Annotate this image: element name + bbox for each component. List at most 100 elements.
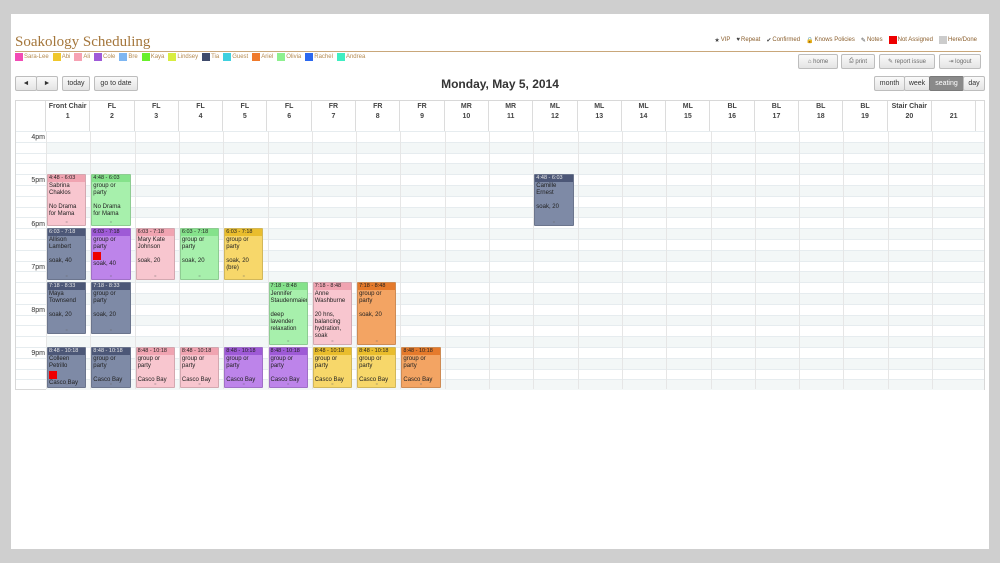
appointment-block[interactable]: 6:03 - 7:18 group or party soak, 20 (bre) = xyxy=(224,227,264,280)
appointment-block[interactable]: 6:03 - 7:18 Allison Lambert soak, 40 = xyxy=(47,227,87,280)
appointment-client-name: Sabrina Chaklos xyxy=(49,182,71,196)
resize-handle[interactable]: = xyxy=(358,337,395,344)
chair-name: FR xyxy=(373,103,383,110)
grid-row-line xyxy=(16,174,984,176)
resize-handle[interactable]: = xyxy=(92,380,129,387)
staff-color-swatch xyxy=(74,53,83,61)
appointment-block[interactable]: 4:48 - 6:03 Sabrina Chaklos No Drama for M… xyxy=(47,173,87,226)
appointment-body: Anne Washburne 20 hns, balancing hydratio… xyxy=(314,290,351,341)
appointment-client-name: Mary Kate Johnson xyxy=(137,236,165,250)
appointment-block[interactable]: 7:18 - 8:48 Anne Washburne 20 hns, balanci… xyxy=(312,281,353,345)
appointment-client-name: group or party xyxy=(93,355,116,369)
appointment-time: 4:48 - 6:03 xyxy=(92,174,130,182)
resize-handle[interactable]: = xyxy=(137,380,174,387)
staff-item: Tia xyxy=(202,53,219,61)
appointment-block[interactable]: 8:48 - 10:18 group or party Casco Bay = xyxy=(357,346,397,388)
resize-handle[interactable]: = xyxy=(225,380,262,387)
appointment-time: 8:48 - 10:18 xyxy=(313,347,352,355)
chair-column-header: MR 11 xyxy=(489,101,534,131)
grid-column-line xyxy=(799,131,801,389)
appointment-service: deep lavender relaxation xyxy=(270,311,297,332)
print-button[interactable]: ⎙ print xyxy=(841,54,875,69)
chair-name: FL xyxy=(107,103,117,110)
resize-handle[interactable]: = xyxy=(225,272,262,279)
resize-handle[interactable]: = xyxy=(48,218,85,225)
appointment-block[interactable]: 8:48 - 10:18 group or party Casco Bay = xyxy=(312,346,353,388)
resize-handle[interactable]: = xyxy=(535,218,572,225)
appointment-client-name: group or party xyxy=(270,355,293,369)
view-week-button[interactable]: week xyxy=(904,76,930,91)
chair-column-header: FL 5 xyxy=(223,101,268,131)
view-day-button[interactable]: day xyxy=(963,76,985,91)
appointment-block[interactable]: 8:48 - 10:18 group or party Casco Bay = xyxy=(401,346,441,388)
resize-handle[interactable]: = xyxy=(181,380,218,387)
report-issue-button[interactable]: ✎ report issue xyxy=(879,54,935,69)
resize-handle[interactable]: = xyxy=(48,380,85,387)
appointment-body: Mary Kate Johnson soak, 20 xyxy=(137,236,174,266)
appointment-block[interactable]: 6:03 - 7:18 Mary Kate Johnson soak, 20 = xyxy=(135,227,175,280)
resize-handle[interactable]: = xyxy=(92,272,129,279)
chair-number: 7 xyxy=(331,113,336,120)
current-date-title: Monday, May 5, 2014 xyxy=(441,77,559,91)
appointment-block[interactable]: 8:48 - 10:18 group or party Casco Bay = xyxy=(268,346,308,388)
appointment-block[interactable]: 8:48 - 10:18 group or party Casco Bay = xyxy=(224,346,264,388)
time-label: 7pm xyxy=(31,263,45,271)
appointment-block[interactable]: 8:48 - 10:18 Colleen Petrillo Casco Bay = xyxy=(47,346,87,388)
appointment-service: soak, 20 xyxy=(181,257,205,264)
resize-handle[interactable]: = xyxy=(314,337,351,344)
staff-color-swatch xyxy=(252,53,261,61)
appointment-client-name: group or party xyxy=(181,236,205,250)
appointment-block[interactable]: 6:03 - 7:18 group or party soak, 40 = xyxy=(91,227,131,280)
staff-name: Cole xyxy=(103,54,116,60)
appointment-time: 6:03 - 7:18 xyxy=(92,228,130,236)
chair-number: 6 xyxy=(287,113,292,120)
resize-handle[interactable]: = xyxy=(92,218,129,225)
chair-name: ML xyxy=(594,103,605,110)
resize-handle[interactable]: = xyxy=(270,380,307,387)
appointment-block[interactable]: 7:18 - 8:33 Maya Townsend soak, 20 = xyxy=(47,281,87,334)
staff-name: Rachel xyxy=(314,54,333,60)
appointment-block[interactable]: 8:48 - 10:18 group or party Casco Bay = xyxy=(91,346,131,388)
resize-handle[interactable]: = xyxy=(48,326,85,333)
resize-handle[interactable]: = xyxy=(48,272,85,279)
appointment-service: soak, 20 (bre) xyxy=(226,257,249,271)
appointment-block[interactable]: 7:18 - 8:48 Jennifer Staudenmaier deep lav… xyxy=(268,281,308,345)
grid-row-line xyxy=(16,152,984,154)
view-month-button[interactable]: month xyxy=(874,76,905,91)
resize-handle[interactable]: = xyxy=(137,272,174,279)
appointment-block[interactable]: 4:48 - 6:03 Camille Ernest soak, 20 = xyxy=(534,173,574,226)
appointment-block[interactable]: 4:48 - 6:03 group or party No Drama for Ma… xyxy=(91,173,131,226)
appointment-time: 8:48 - 10:18 xyxy=(358,347,396,355)
chair-column-header: FL 2 xyxy=(90,101,135,131)
resize-handle[interactable]: = xyxy=(92,326,129,333)
chair-number: 18 xyxy=(816,113,825,120)
appointment-time: 8:48 - 10:18 xyxy=(269,347,307,355)
resize-handle[interactable]: = xyxy=(270,337,307,344)
appointment-block[interactable]: 8:48 - 10:18 group or party Casco Bay = xyxy=(179,346,220,388)
appointment-block[interactable]: 7:18 - 8:48 group or party soak, 20 = xyxy=(357,281,397,345)
appointment-block[interactable]: 7:18 - 8:33 group or party soak, 20 = xyxy=(91,281,131,334)
appointment-client-name: Jennifer Staudenmaier xyxy=(270,290,308,304)
appointment-client-name: group or party xyxy=(314,355,338,369)
grid-column-line xyxy=(489,131,490,389)
check-icon: ✔ xyxy=(766,37,772,44)
chair-column-header: FR 9 xyxy=(400,101,445,131)
staff-name: Olivia xyxy=(286,54,302,60)
chair-column-header: FL 3 xyxy=(135,101,179,131)
appointment-client-name: group or party xyxy=(93,236,116,250)
resize-handle[interactable]: = xyxy=(314,380,351,387)
appointment-block[interactable]: 6:03 - 7:18 group or party soak, 20 = xyxy=(179,227,220,280)
home-button[interactable]: ⌂ home xyxy=(798,54,838,69)
resize-handle[interactable]: = xyxy=(402,380,439,387)
appointment-block[interactable]: 8:48 - 10:18 group or party Casco Bay = xyxy=(135,346,175,388)
resize-handle[interactable]: = xyxy=(358,380,395,387)
view-seating-button[interactable]: seating xyxy=(929,76,964,91)
logout-button[interactable]: ⇥ logout xyxy=(939,54,981,69)
staff-item: Kaya xyxy=(141,53,164,61)
staff-legend: Sara-Lee Abi Ali Cole Bre Kaya Lindsey Tia Guest… xyxy=(15,53,365,61)
appointment-time: 8:48 - 10:18 xyxy=(92,347,130,355)
appointment-client-name: group or party xyxy=(359,290,382,304)
appointment-body: Camille Ernest soak, 20 xyxy=(535,182,572,212)
resize-handle[interactable]: = xyxy=(181,272,218,279)
appointment-time: 6:03 - 7:18 xyxy=(180,228,219,236)
